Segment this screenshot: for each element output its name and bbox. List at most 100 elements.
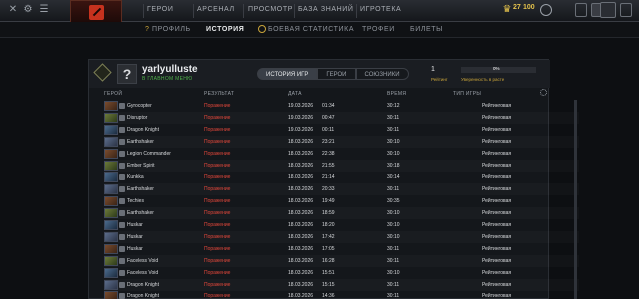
table-row[interactable]: Dragon Knight Поражение 18.03.2026 14:36 30:… <box>104 290 579 299</box>
role-icon <box>119 186 125 193</box>
match-date: 18.03.2026 <box>288 210 314 217</box>
match-date: 18.03.2026 <box>288 198 314 205</box>
match-date: 19.03.2026 <box>288 126 314 133</box>
column-header-result[interactable]: РЕЗУЛЬТАТ <box>204 91 234 97</box>
table-row[interactable]: Earthshaker Поражение 18.03.2026 20:33 30:11… <box>104 183 579 195</box>
role-icon <box>119 138 125 145</box>
match-date: 18.03.2026 <box>288 222 314 228</box>
hero-portrait <box>104 267 118 278</box>
settings-gear-icon[interactable] <box>540 89 547 96</box>
match-date: 18.03.2026 <box>288 233 314 240</box>
match-result: Поражение <box>204 150 231 157</box>
match-duration: 30:10 <box>387 222 400 228</box>
hero-portrait <box>104 172 118 183</box>
match-date: 18.03.2026 <box>288 150 314 157</box>
table-row[interactable]: Huskar Поражение 18.03.2026 17:05 30:11 Рейти… <box>104 243 579 255</box>
match-date: 19.03.2026 <box>288 103 314 109</box>
match-result: Поражение <box>204 162 231 169</box>
menu-icon[interactable]: ☰ <box>38 4 50 16</box>
tab-tickets[interactable]: БИЛЕТЫ <box>410 26 443 33</box>
profile-avatar-button[interactable] <box>600 2 616 18</box>
column-header-date[interactable]: ДАТА <box>288 91 302 97</box>
top-navigation-bar: ✕ ⚙ ☰ ГЕРОИ АРСЕНАЛ ПРОСМОТР БАЗА ЗНАНИЙ… <box>0 0 639 24</box>
match-duration: 30:10 <box>387 138 400 145</box>
nav-arcade[interactable]: ИГРОТЕКА <box>360 6 401 13</box>
tab-history[interactable]: ИСТОРИЯ <box>206 26 244 33</box>
match-type: Рейтинговая <box>482 293 512 299</box>
hero-portrait <box>104 220 118 230</box>
nav-divider <box>193 4 194 18</box>
table-row[interactable]: Techies Поражение 18.03.2026 19:49 30:35 Рейт… <box>104 195 579 207</box>
hero-name: Earthshaker <box>127 138 154 145</box>
match-duration: 30:10 <box>387 210 400 217</box>
nav-divider <box>294 4 295 18</box>
table-row[interactable]: Earthshaker Поражение 18.03.2026 18:59 30:10… <box>104 207 579 219</box>
match-type: Рейтинговая <box>482 233 512 240</box>
match-date: 18.03.2026 <box>288 281 314 288</box>
table-row[interactable]: Disruptor Поражение 19.03.2026 00:47 30:11 Ре… <box>104 112 579 124</box>
match-date: 18.03.2026 <box>288 186 314 193</box>
hero-name: Earthshaker <box>127 186 154 193</box>
match-result: Поражение <box>204 245 231 252</box>
help-icon[interactable]: ? <box>145 26 150 33</box>
role-icon <box>119 210 125 217</box>
match-result: Поражение <box>204 114 231 121</box>
hero-portrait <box>104 231 118 242</box>
column-header-duration[interactable]: ВРЕМЯ <box>387 91 406 97</box>
match-type: Рейтинговая <box>482 162 512 169</box>
tab-profile[interactable]: ПРОФИЛЬ <box>152 26 191 33</box>
dota-logo-button[interactable] <box>70 0 122 24</box>
table-row[interactable]: Huskar Поражение 18.03.2026 18:20 30:10 Рейти… <box>104 219 579 231</box>
table-row[interactable]: Faceless Void Поражение 18.03.2026 15:51 30:… <box>104 267 579 279</box>
match-type: Рейтинговая <box>482 210 512 217</box>
column-header-hero[interactable]: ГЕРОЙ <box>104 91 122 97</box>
close-icon[interactable]: ✕ <box>7 4 19 16</box>
table-row[interactable]: Huskar Поражение 18.03.2026 17:42 30:10 Рейти… <box>104 231 579 243</box>
nav-learn[interactable]: БАЗА ЗНАНИЙ <box>298 6 354 13</box>
avatar[interactable]: ? <box>117 64 137 84</box>
player-status: В ГЛАВНОМ МЕНЮ <box>142 76 193 82</box>
match-time: 00:11 <box>322 126 335 133</box>
match-time: 14:36 <box>322 293 335 299</box>
scrollbar[interactable] <box>574 100 577 299</box>
match-date: 19.03.2026 <box>288 114 314 121</box>
table-row[interactable]: Kunkka Поражение 18.03.2026 21:14 30:14 Рейти… <box>104 171 579 183</box>
recent-label: Рейтинг <box>431 77 448 82</box>
nav-armory[interactable]: АРСЕНАЛ <box>197 6 235 13</box>
hero-name: Techies <box>127 198 144 205</box>
hero-name: Kunkka <box>127 174 144 181</box>
match-duration: 30:11 <box>387 186 400 193</box>
nav-watch[interactable]: ПРОСМОТР <box>248 6 293 13</box>
hero-portrait <box>104 255 118 266</box>
match-type: Рейтинговая <box>482 257 512 264</box>
hero-name: Disruptor <box>127 114 148 121</box>
match-duration: 30:12 <box>387 103 400 109</box>
table-row[interactable]: Legion Commander Поражение 18.03.2026 22:38… <box>104 148 579 160</box>
notification-icon[interactable] <box>540 4 552 16</box>
table-row[interactable]: Ember Spirit Поражение 18.03.2026 21:55 30:1… <box>104 160 579 172</box>
match-date: 18.03.2026 <box>288 174 314 181</box>
gear-icon[interactable]: ⚙ <box>22 4 34 16</box>
table-row[interactable]: Faceless Void Поражение 18.03.2026 16:28 30:… <box>104 255 579 267</box>
friends-icon[interactable] <box>620 3 632 17</box>
match-result: Поражение <box>204 138 231 145</box>
treasure-icon[interactable]: ♛ <box>501 4 513 16</box>
column-header-type[interactable]: ТИП ИГРЫ <box>453 91 481 97</box>
tab-heroes[interactable]: ГЕРОИ <box>317 68 356 80</box>
table-row[interactable]: Dragon Knight Поражение 18.03.2026 15:15 30:… <box>104 279 579 291</box>
tab-allies[interactable]: СОЮЗНИКИ <box>355 68 409 80</box>
nav-heroes[interactable]: ГЕРОИ <box>147 6 173 13</box>
match-result: Поражение <box>204 186 231 193</box>
table-row[interactable]: Dragon Knight Поражение 19.03.2026 00:11 30:… <box>104 124 579 136</box>
player-name: yarlyulluste <box>142 64 198 75</box>
chat-icon[interactable] <box>575 3 587 17</box>
hero-name: Huskar <box>127 233 143 240</box>
match-result: Поражение <box>204 126 231 133</box>
hero-portrait <box>104 279 118 290</box>
tab-trophies[interactable]: ТРОФЕИ <box>362 26 395 33</box>
table-row[interactable]: Gyrocopter Поражение 19.03.2026 01:34 30:12 Р… <box>104 100 579 112</box>
rank-medal-icon <box>93 63 112 82</box>
tab-battle-stats[interactable]: БОЕВАЯ СТАТИСТИКА <box>268 26 354 33</box>
table-row[interactable]: Earthshaker Поражение 18.03.2026 23:21 30:10… <box>104 136 579 148</box>
tab-match-history[interactable]: ИСТОРИЯ ИГР <box>257 68 318 80</box>
